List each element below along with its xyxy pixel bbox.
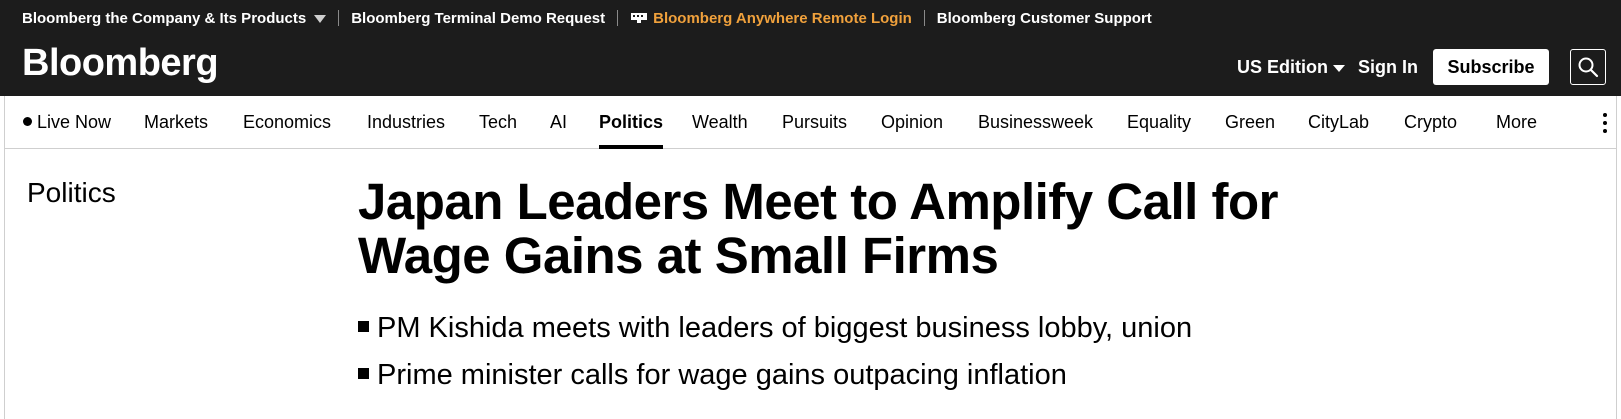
- more-vertical-icon[interactable]: [1602, 113, 1608, 133]
- nav-item-opinion[interactable]: Opinion: [881, 112, 943, 149]
- search-icon: [1578, 57, 1599, 78]
- article-headline: Japan Leaders Meet to Amplify Call for W…: [358, 173, 1279, 284]
- nav-item-ai[interactable]: AI: [550, 112, 567, 149]
- company-products-label: Bloomberg the Company & Its Products: [22, 9, 307, 27]
- site-header: Bloomberg US Edition Sign In Subscribe: [0, 36, 1621, 96]
- nav-item-live-now[interactable]: Live Now: [23, 112, 111, 149]
- live-dot-icon: [23, 117, 32, 126]
- section-nav: Live Now Markets Economics Industries Te…: [4, 96, 1617, 149]
- nav-item-citylab[interactable]: CityLab: [1308, 112, 1369, 149]
- nav-item-pursuits[interactable]: Pursuits: [782, 112, 847, 149]
- chevron-down-icon: [314, 14, 327, 23]
- bloomberg-logo[interactable]: Bloomberg: [22, 42, 219, 85]
- edition-selector[interactable]: US Edition: [1237, 57, 1345, 78]
- summary-bullet: Prime minister calls for wage gains outp…: [358, 352, 1192, 399]
- nav-item-businessweek[interactable]: Businessweek: [978, 112, 1093, 149]
- nav-item-equality[interactable]: Equality: [1127, 112, 1191, 149]
- anywhere-login-link[interactable]: Bloomberg Anywhere Remote Login: [630, 10, 912, 27]
- summary-bullet-text: Prime minister calls for wage gains outp…: [377, 359, 1067, 391]
- nav-item-label: Live Now: [37, 112, 112, 132]
- summary-bullet-text: PM Kishida meets with leaders of biggest…: [377, 312, 1193, 344]
- anywhere-login-label: Bloomberg Anywhere Remote Login: [653, 9, 912, 27]
- bullet-square-icon: [358, 321, 369, 332]
- article-area: Politics Japan Leaders Meet to Amplify C…: [4, 149, 1617, 419]
- customer-support-link[interactable]: Bloomberg Customer Support: [937, 10, 1152, 27]
- company-products-link[interactable]: Bloomberg the Company & Its Products: [22, 9, 327, 27]
- divider: [617, 10, 619, 26]
- nav-item-politics[interactable]: Politics: [599, 112, 664, 149]
- bullet-square-icon: [358, 368, 369, 379]
- nav-item-tech[interactable]: Tech: [479, 112, 517, 149]
- nav-item-markets[interactable]: Markets: [144, 112, 208, 149]
- search-button[interactable]: [1570, 49, 1606, 85]
- article-summary-list: PM Kishida meets with leaders of biggest…: [358, 305, 1192, 399]
- sign-in-link[interactable]: Sign In: [1358, 57, 1418, 78]
- edition-label: US Edition: [1237, 57, 1328, 77]
- nav-item-more[interactable]: More: [1496, 112, 1537, 149]
- chevron-down-icon: [1333, 64, 1345, 72]
- nav-item-economics[interactable]: Economics: [243, 112, 331, 149]
- nav-item-wealth[interactable]: Wealth: [692, 112, 748, 149]
- nav-item-industries[interactable]: Industries: [367, 112, 445, 149]
- subscribe-button[interactable]: Subscribe: [1433, 49, 1549, 85]
- terminal-icon: [630, 11, 648, 23]
- section-label[interactable]: Politics: [27, 177, 116, 209]
- nav-item-green[interactable]: Green: [1225, 112, 1275, 149]
- divider: [923, 10, 925, 26]
- nav-item-crypto[interactable]: Crypto: [1404, 112, 1457, 149]
- divider: [338, 10, 340, 26]
- summary-bullet: PM Kishida meets with leaders of biggest…: [358, 305, 1192, 352]
- utility-bar: Bloomberg the Company & Its Products Blo…: [0, 0, 1621, 36]
- terminal-demo-link[interactable]: Bloomberg Terminal Demo Request: [351, 10, 605, 27]
